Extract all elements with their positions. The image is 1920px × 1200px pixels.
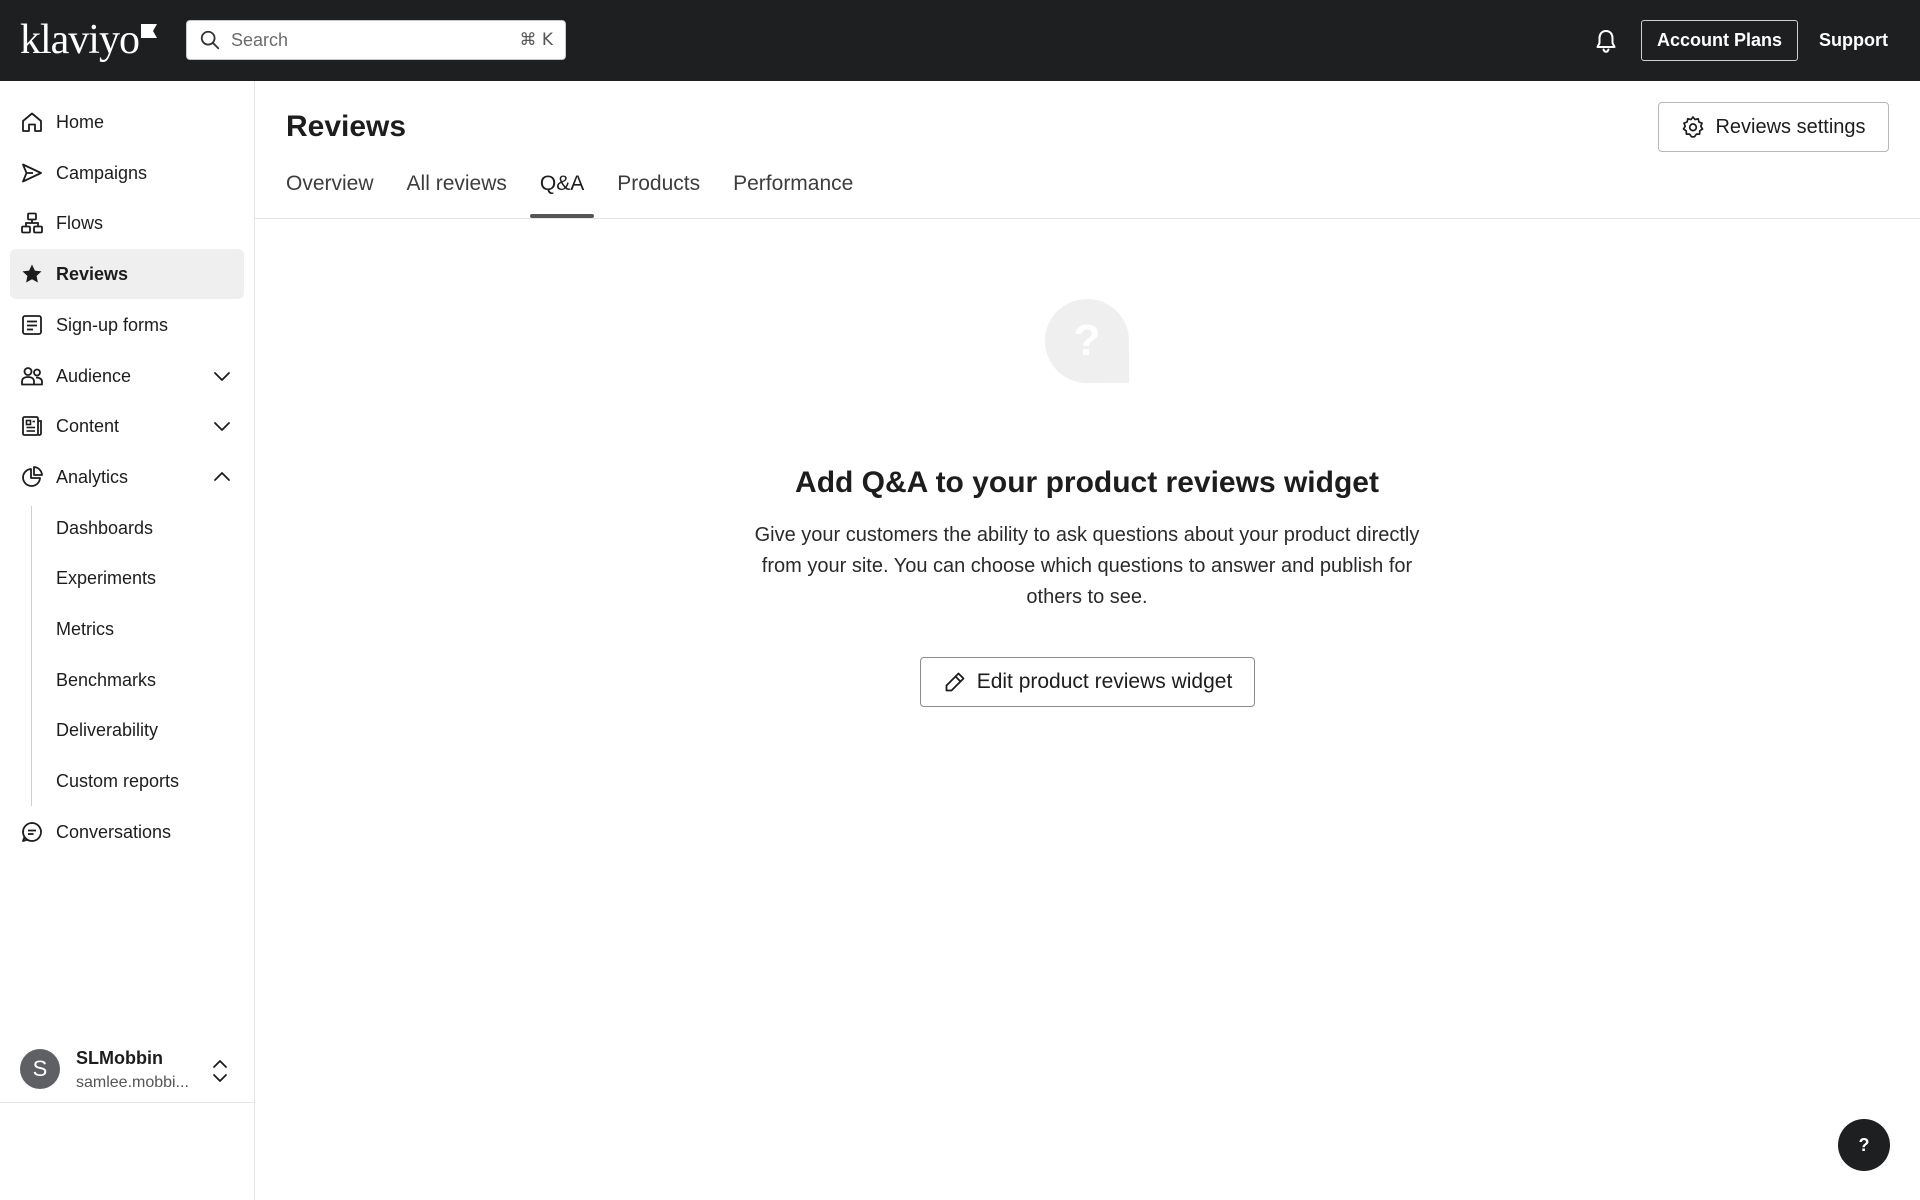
flag-icon <box>140 24 157 38</box>
reviews-settings-button[interactable]: Reviews settings <box>1658 102 1889 152</box>
sidebar-item-reviews[interactable]: Reviews <box>10 249 244 299</box>
sidebar-item-label: Reviews <box>56 263 129 284</box>
sidebar-item-home[interactable]: Home <box>10 97 244 147</box>
question-bubble-icon: ? <box>1045 299 1129 383</box>
sidebar-item-label: Sign-up forms <box>56 314 169 335</box>
sidebar-item-label: Campaigns <box>56 162 148 183</box>
chat-icon <box>22 822 42 842</box>
sidebar-item-label: Flows <box>56 212 104 233</box>
sidebar-item-label: Content <box>56 415 120 436</box>
empty-state-description: Give your customers the ability to ask q… <box>754 524 1420 608</box>
sidebar-item-label: Analytics <box>56 466 129 487</box>
sidebar-item-audience[interactable]: Audience <box>10 351 244 401</box>
reviews-settings-label: Reviews settings <box>1715 115 1866 138</box>
sidebar-item-analytics[interactable]: Analytics <box>10 452 244 502</box>
send-icon <box>22 163 42 183</box>
top-bar: klaviyo ⌘ K Account Plans Support <box>0 0 1920 81</box>
avatar[interactable]: S <box>20 1049 60 1089</box>
logo-text: klaviyo <box>20 17 140 63</box>
chevron-up-icon[interactable] <box>212 467 232 487</box>
tab-qa[interactable]: Q&A <box>529 170 595 218</box>
sidebar-item-conversations[interactable]: Conversations <box>10 807 244 857</box>
submenu-guide-line <box>31 506 32 806</box>
content-icon <box>22 416 42 436</box>
gear-icon <box>1683 116 1704 138</box>
svg-text:?: ? <box>1074 316 1101 365</box>
help-button[interactable]: ? <box>1838 1119 1890 1171</box>
sidebar-item-label: Audience <box>56 365 132 386</box>
sidebar-item-campaigns[interactable]: Campaigns <box>10 148 244 198</box>
sidebar-item-label: Conversations <box>56 821 172 842</box>
flows-icon <box>21 212 43 234</box>
sidebar-item-signup-forms[interactable]: Sign-up forms <box>10 300 244 350</box>
tab-bar: Overview All reviews Q&A Products Perfor… <box>286 170 886 218</box>
search-bar[interactable]: ⌘ K <box>186 20 566 60</box>
sidebar-item-content[interactable]: Content <box>10 401 244 451</box>
tab-performance[interactable]: Performance <box>733 170 853 218</box>
sidebar: Home Campaigns Flows Reviews Sign-up for… <box>0 81 255 1200</box>
pencil-icon <box>945 672 965 692</box>
tab-divider <box>255 218 1920 219</box>
sidebar-item-flows[interactable]: Flows <box>10 198 244 248</box>
tab-overview[interactable]: Overview <box>286 170 374 218</box>
chevron-down-icon[interactable] <box>212 366 232 386</box>
home-icon <box>22 112 42 132</box>
edit-widget-label: Edit product reviews widget <box>976 670 1233 693</box>
klaviyo-logo[interactable]: klaviyo <box>20 18 157 62</box>
chevron-down-icon[interactable] <box>212 416 232 436</box>
user-name: SLMobbin <box>76 1048 163 1068</box>
chevron-up-down-icon[interactable] <box>208 1056 232 1086</box>
sidebar-subitem-dashboards[interactable]: Dashboards <box>56 503 153 553</box>
audience-icon <box>21 367 43 386</box>
form-icon <box>22 315 42 335</box>
user-email: samlee.mobbi... <box>76 1074 189 1091</box>
sidebar-item-label: Home <box>56 111 105 132</box>
edit-product-reviews-widget-button[interactable]: Edit product reviews widget <box>920 657 1255 707</box>
sidebar-divider <box>0 1102 255 1103</box>
bell-icon[interactable] <box>1594 28 1618 54</box>
page-title: Reviews <box>286 110 407 143</box>
support-link[interactable]: Support <box>1819 30 1888 51</box>
analytics-icon <box>22 466 43 487</box>
sidebar-subitem-experiments[interactable]: Experiments <box>56 553 156 603</box>
sidebar-subitem-metrics[interactable]: Metrics <box>56 604 114 654</box>
search-icon <box>200 30 220 50</box>
star-icon <box>22 264 42 283</box>
search-shortcut: ⌘ K <box>519 30 553 50</box>
tab-all-reviews[interactable]: All reviews <box>407 170 507 218</box>
empty-state-title: Add Q&A to your product reviews widget <box>795 466 1379 499</box>
sidebar-subitem-benchmarks[interactable]: Benchmarks <box>56 655 156 705</box>
account-plans-button[interactable]: Account Plans <box>1641 20 1798 61</box>
sidebar-subitem-deliverability[interactable]: Deliverability <box>56 705 158 755</box>
tab-products[interactable]: Products <box>617 170 700 218</box>
sidebar-subitem-custom-reports[interactable]: Custom reports <box>56 756 179 806</box>
search-input[interactable] <box>231 29 520 51</box>
